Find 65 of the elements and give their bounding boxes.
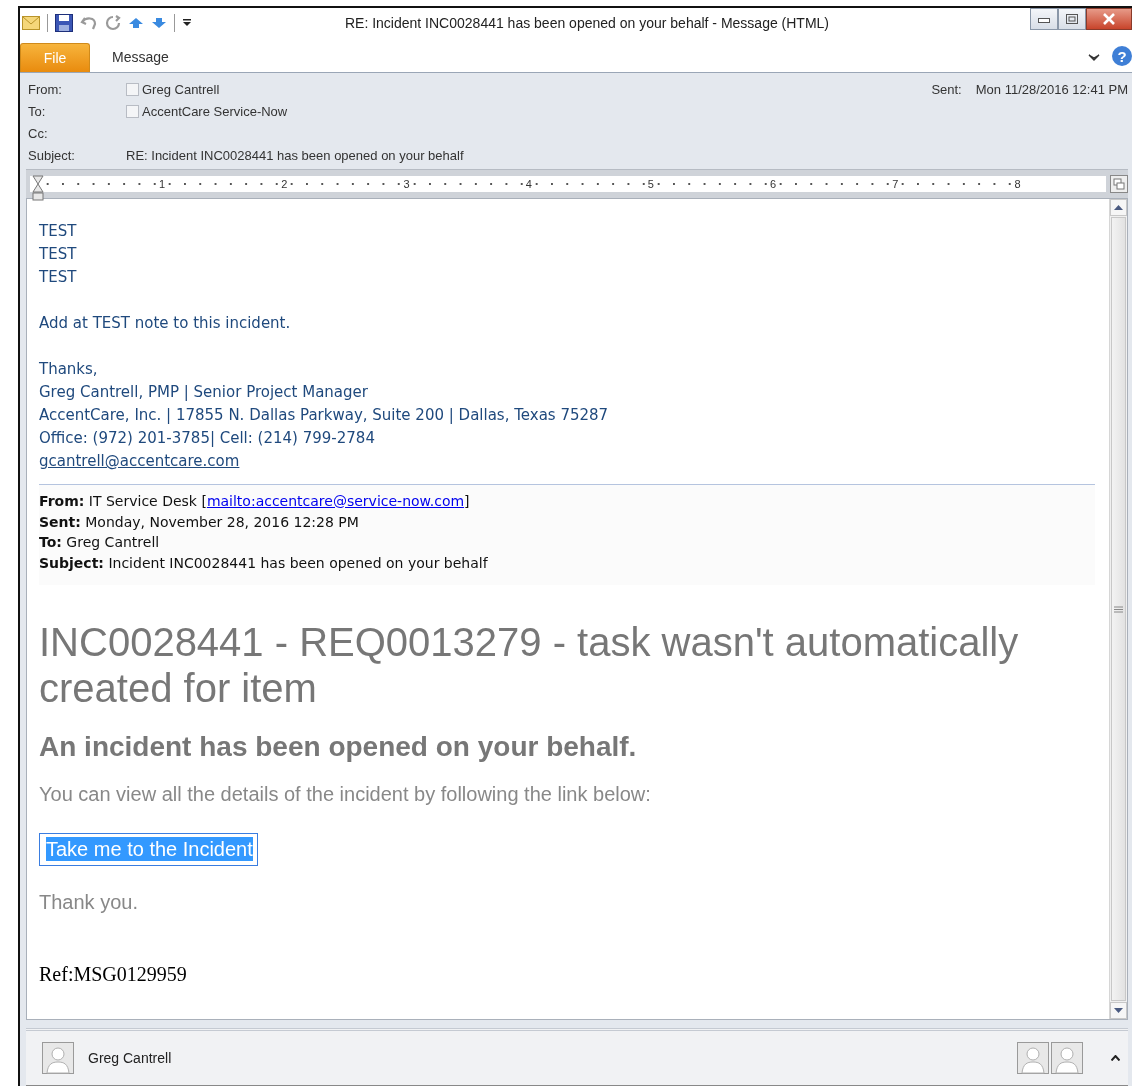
caret-up-icon[interactable] xyxy=(1111,1055,1120,1061)
quoted-header-line: From: IT Service Desk [mailto:accentcare@service-now.com] xyxy=(39,492,471,511)
body-text: You can view all the details of the incident by following the link below: xyxy=(39,782,652,806)
incident-title: INC0028441 - REQ0013279 - task wasn't automatically created for item xyxy=(39,619,1020,711)
body-text: TEST xyxy=(39,267,78,288)
help-button[interactable]: ? xyxy=(1112,46,1132,66)
field-label: Cc: xyxy=(28,125,49,142)
indent-marker-icon[interactable] xyxy=(32,175,44,201)
ruler-number: 6 xyxy=(768,178,779,190)
body-text: Add at TEST note to this incident. xyxy=(39,313,292,334)
field-label: Sent: xyxy=(931,81,962,98)
envelope-icon[interactable] xyxy=(22,16,40,30)
quoted-header-line: Sent: Monday, November 28, 2016 12:28 PM xyxy=(39,512,360,532)
signature-text: Office: (972) 201-3785| Cell: (214) 799-2784 xyxy=(39,428,376,449)
reference-text: Ref:MSG0129959 xyxy=(39,962,188,986)
save-icon[interactable] xyxy=(55,14,73,32)
down-triangle-icon xyxy=(1114,1008,1123,1013)
field-label: From: xyxy=(28,81,63,98)
signature-text: Thanks, xyxy=(39,359,99,380)
undo-icon[interactable] xyxy=(80,15,98,31)
restore-button[interactable] xyxy=(1058,8,1086,30)
window-title: RE: Incident INC0028441 has been opened on your behalf - Message (HTML) xyxy=(343,15,831,31)
minimize-button[interactable] xyxy=(1030,8,1058,30)
customize-dropdown-icon[interactable] xyxy=(182,19,192,27)
field-label: To: xyxy=(28,103,47,120)
email-link[interactable]: gcantrell@accentcare.com xyxy=(39,452,240,470)
quoted-header-line: To: Greg Cantrell xyxy=(39,533,161,552)
ruler-number: 5 xyxy=(645,178,656,190)
subject-text: RE: Incident INC0028441 has been opened on your behalf xyxy=(126,147,464,164)
up-triangle-icon xyxy=(1114,205,1123,210)
ruler-number: 2 xyxy=(279,178,290,190)
scroll-down-button[interactable] xyxy=(1110,1002,1127,1019)
contact-name[interactable]: Greg Cantrell xyxy=(142,81,220,98)
signature-text: AccentCare, Inc. | 17855 N. Dallas Parkway, Suite 200 | Dallas, Texas 75287 xyxy=(39,405,610,426)
close-button[interactable] xyxy=(1086,8,1132,30)
signature-text: Greg Cantrell, PMP | Senior Project Manager xyxy=(39,382,369,403)
body-text: Thank you. xyxy=(39,890,139,914)
avatar-icon[interactable] xyxy=(1051,1042,1083,1074)
down-arrow-icon[interactable] xyxy=(151,17,167,29)
quoted-header-line: Subject: Incident INC0028441 has been opened on your behalf xyxy=(39,553,489,573)
avatar-icon[interactable] xyxy=(1017,1042,1049,1074)
contact-name[interactable]: AccentCare Service-Now xyxy=(142,103,288,120)
close-icon xyxy=(1103,13,1115,25)
mailto-link[interactable]: mailto:accentcare@service-now.com xyxy=(206,493,465,509)
ruler-number: 3 xyxy=(401,178,412,190)
sent-date: Mon 11/28/2016 12:41 PM xyxy=(975,81,1128,98)
scroll-up-button[interactable] xyxy=(1110,199,1127,216)
body-text: TEST xyxy=(39,244,78,265)
ruler-number: 4 xyxy=(523,178,534,190)
avatar-icon[interactable] xyxy=(42,1042,74,1074)
redo-icon[interactable] xyxy=(105,15,121,31)
incident-subtitle: An incident has been opened on your behalf. xyxy=(39,731,638,763)
presence-icon xyxy=(126,105,139,118)
ruler-number: 8 xyxy=(1012,178,1023,190)
restore-icon xyxy=(1066,14,1078,24)
ribbon-tab[interactable]: Message xyxy=(90,49,191,72)
ruler-number: 1 xyxy=(157,178,168,190)
minimize-icon xyxy=(1038,15,1050,23)
up-arrow-icon[interactable] xyxy=(128,17,144,29)
presence-icon xyxy=(126,83,139,96)
grip-icon xyxy=(1114,605,1123,613)
ruler-number: 7 xyxy=(890,178,901,190)
field-label: Subject: xyxy=(28,147,76,164)
body-text: TEST xyxy=(39,221,78,242)
ruler-toggle-icon[interactable] xyxy=(1110,175,1128,193)
